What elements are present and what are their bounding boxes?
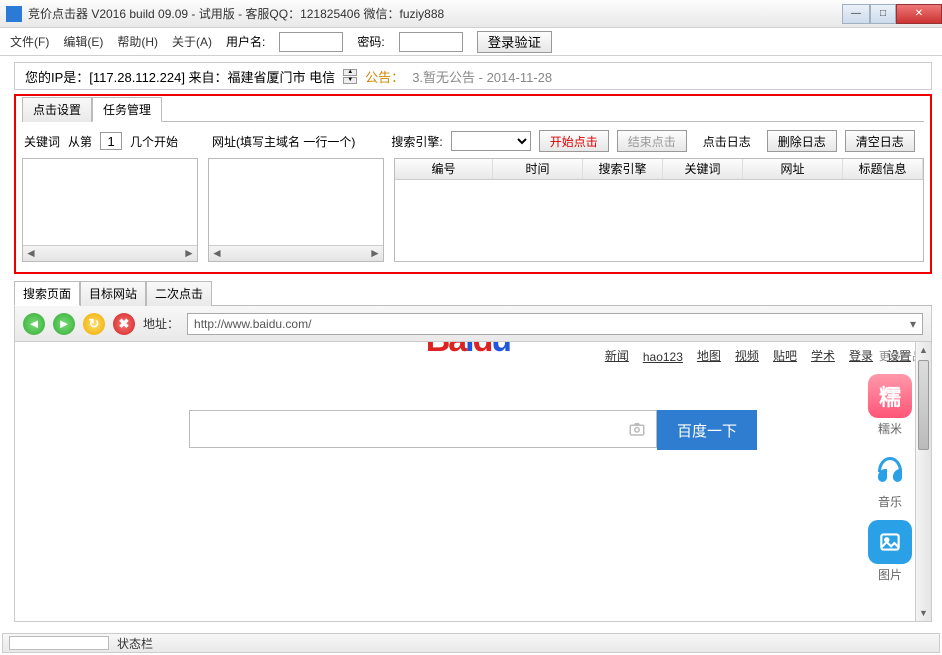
vertical-scrollbar[interactable]: ▲ ▼ [915, 342, 931, 621]
tab-task-management[interactable]: 任务管理 [92, 97, 162, 122]
upper-tabs: 点击设置 任务管理 [22, 96, 924, 122]
tab-search-page[interactable]: 搜索页面 [14, 281, 80, 306]
col-engine[interactable]: 搜索引擎 [583, 159, 663, 179]
side-item-nuomi[interactable]: 糯 糯米 [868, 374, 912, 437]
side-item-music[interactable]: 音乐 [868, 447, 912, 510]
task-panel: 点击设置 任务管理 关键词 从第 几个开始 网址(填写主域名 一行一个) 搜索引… [14, 94, 932, 274]
engine-select[interactable] [451, 131, 531, 151]
music-icon [868, 447, 912, 491]
info-strip: 您的IP是：[117.28.112.224] 来自：福建省厦门市 电信 ▲▼ 公… [14, 62, 932, 90]
search-row: 百度一下 [15, 410, 931, 450]
browser-viewport: Baidu 新闻 hao123 地图 视频 贴吧 学术 登录 设置 百度一下 更… [14, 342, 932, 622]
menu-about[interactable]: 关于(A) [172, 33, 212, 50]
progress-segment [9, 636, 109, 650]
col-id[interactable]: 编号 [395, 159, 493, 179]
toplink[interactable]: 视频 [735, 347, 759, 364]
url-label: 网址(填写主域名 一行一个) [212, 133, 355, 150]
baidu-logo: Baidu [426, 342, 510, 360]
url-list[interactable]: ◄► [208, 158, 384, 262]
address-dropdown-icon[interactable]: ▾ [910, 317, 916, 331]
side-item-pic[interactable]: 图片 [868, 520, 912, 583]
search-input[interactable] [189, 410, 657, 448]
menu-file[interactable]: 文件(F) [10, 33, 49, 50]
scroll-thumb[interactable] [918, 360, 929, 450]
pic-icon [868, 520, 912, 564]
menu-bar: 文件(F) 编辑(E) 帮助(H) 关于(A) 用户名: 密码: 登录验证 [0, 28, 942, 56]
spinner-control[interactable]: ▲▼ [343, 69, 357, 84]
control-row: 关键词 从第 几个开始 网址(填写主域名 一行一个) 搜索引擎: 开始点击 结束… [22, 122, 924, 158]
toplink[interactable]: 新闻 [605, 347, 629, 364]
from-number-input[interactable] [100, 132, 122, 150]
minimize-button[interactable]: — [842, 4, 870, 24]
menu-help[interactable]: 帮助(H) [117, 33, 158, 50]
back-icon[interactable]: ◄ [23, 313, 45, 335]
table-header-row: 编号 时间 搜索引擎 关键词 网址 标题信息 [395, 159, 923, 179]
hscroll[interactable]: ◄► [23, 245, 197, 261]
toplink[interactable]: 地图 [697, 347, 721, 364]
start-click-button[interactable]: 开始点击 [539, 130, 609, 152]
log-table[interactable]: 编号 时间 搜索引擎 关键词 网址 标题信息 [394, 158, 924, 262]
window-title: 竞价点击器 V2016 build 09.09 - 试用版 - 客服QQ：121… [28, 5, 842, 22]
toplink[interactable]: hao123 [643, 350, 683, 364]
col-time[interactable]: 时间 [493, 159, 583, 179]
scroll-up-icon[interactable]: ▲ [916, 342, 931, 358]
delete-log-button[interactable]: 删除日志 [767, 130, 837, 152]
end-click-button[interactable]: 结束点击 [617, 130, 687, 152]
keyword-label: 关键词 [24, 133, 60, 150]
window-controls: — □ ✕ [842, 4, 942, 24]
toplink[interactable]: 贴吧 [773, 347, 797, 364]
from-label: 从第 [68, 133, 92, 150]
forward-icon[interactable]: ► [53, 313, 75, 335]
close-button[interactable]: ✕ [896, 4, 942, 24]
browser-tabs: 搜索页面 目标网站 二次点击 [14, 280, 932, 306]
username-label: 用户名: [226, 33, 265, 50]
camera-icon[interactable] [628, 420, 646, 438]
login-button[interactable]: 登录验证 [477, 31, 552, 53]
app-icon [6, 6, 22, 22]
address-label: 地址： [143, 315, 179, 332]
col-url[interactable]: 网址 [743, 159, 843, 179]
hscroll[interactable]: ◄► [209, 245, 383, 261]
password-label: 密码: [357, 33, 384, 50]
status-label: 状态栏 [117, 635, 153, 652]
lists-row: ◄► ◄► 编号 时间 搜索引擎 关键词 网址 标题信息 [22, 158, 924, 262]
status-bar: 状态栏 [2, 633, 940, 653]
tab-second-click[interactable]: 二次点击 [146, 281, 212, 306]
browser-toolbar: ◄ ► ↻ ✖ 地址： http://www.baidu.com/ ▾ [14, 306, 932, 342]
title-bar: 竞价点击器 V2016 build 09.09 - 试用版 - 客服QQ：121… [0, 0, 942, 28]
pic-label: 图片 [878, 566, 902, 583]
tab-click-settings[interactable]: 点击设置 [22, 97, 92, 122]
music-label: 音乐 [878, 493, 902, 510]
scroll-down-icon[interactable]: ▼ [916, 605, 931, 621]
ip-info: 您的IP是：[117.28.112.224] 来自：福建省厦门市 电信 [25, 67, 335, 86]
engine-label: 搜索引擎: [391, 133, 442, 150]
password-input[interactable] [399, 32, 463, 52]
address-bar[interactable]: http://www.baidu.com/ ▾ [187, 313, 923, 335]
announce-label: 公告： [365, 67, 404, 86]
nuomi-label: 糯米 [878, 420, 902, 437]
search-button[interactable]: 百度一下 [657, 410, 757, 450]
from-suffix: 几个开始 [130, 133, 178, 150]
maximize-button[interactable]: □ [870, 4, 896, 24]
col-title[interactable]: 标题信息 [843, 159, 923, 179]
address-url: http://www.baidu.com/ [194, 317, 311, 331]
col-keyword[interactable]: 关键词 [663, 159, 743, 179]
username-input[interactable] [279, 32, 343, 52]
nuomi-icon: 糯 [868, 374, 912, 418]
menu-edit[interactable]: 编辑(E) [63, 33, 103, 50]
tab-target-site[interactable]: 目标网站 [80, 281, 146, 306]
toplink[interactable]: 学术 [811, 347, 835, 364]
keyword-list[interactable]: ◄► [22, 158, 198, 262]
click-log-label: 点击日志 [703, 133, 751, 150]
announce-text: 3.暂无公告 - 2014-11-28 [412, 67, 552, 86]
refresh-icon[interactable]: ↻ [83, 313, 105, 335]
stop-icon[interactable]: ✖ [113, 313, 135, 335]
clear-log-button[interactable]: 清空日志 [845, 130, 915, 152]
